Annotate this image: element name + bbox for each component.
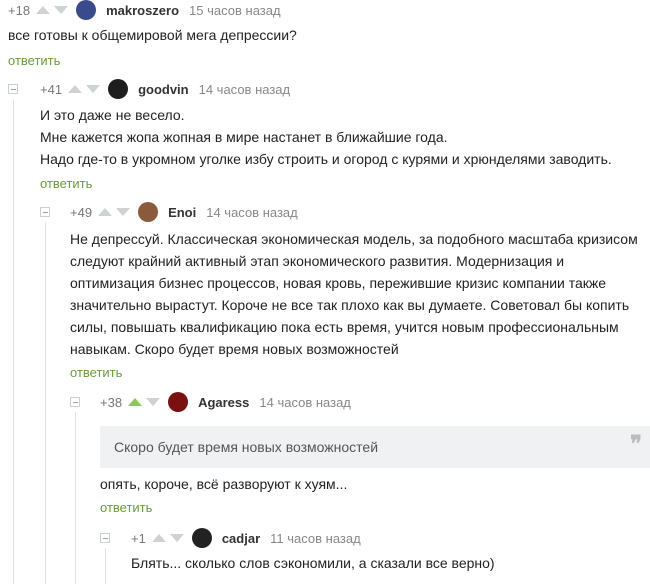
upvote-icon[interactable] <box>36 6 51 14</box>
comment-text-line: Блять... сколько слов сэкономили, а сказ… <box>131 555 495 571</box>
comment-header: +1 cadjar 11 часов назад <box>131 528 361 548</box>
reply-link[interactable]: ответить <box>100 500 152 515</box>
thread-line[interactable] <box>75 412 76 584</box>
comment-time[interactable]: 15 часов назад <box>189 3 281 18</box>
reply-link[interactable]: ответить <box>70 365 122 380</box>
upvote-icon[interactable] <box>68 85 83 93</box>
comment-header: +41 goodvin 14 часов назад <box>40 79 290 99</box>
reply-link[interactable]: ответить <box>40 176 92 191</box>
comment-text-line: Мне кажется жопа жопная в мире настанет … <box>40 129 448 145</box>
comment-body: И это даже не весело. Мне кажется жопа ж… <box>40 104 612 170</box>
comment-author[interactable]: makroszero <box>106 3 179 18</box>
downvote-icon[interactable] <box>169 534 184 542</box>
comment-author[interactable]: Agaress <box>198 395 249 410</box>
comment-body: Блять... сколько слов сэкономили, а сказ… <box>131 552 495 574</box>
comment-text-line: опять, короче, всё разворуют к хуям... <box>100 476 348 492</box>
downvote-icon[interactable] <box>116 208 131 216</box>
comment-text-line: оптимизация бизнес процессов, новая кров… <box>70 275 607 291</box>
comment-body: опять, короче, всё разворуют к хуям... <box>100 473 347 495</box>
avatar[interactable] <box>168 392 189 412</box>
comment-header: +49 Enoi 14 часов назад <box>70 202 298 222</box>
comment-body: Не депрессуй. Классическая экономическая… <box>70 228 638 360</box>
comment-author[interactable]: cadjar <box>222 531 260 546</box>
comment-body: все готовы к общемировой мега депрессии? <box>8 24 297 46</box>
minus-box-icon[interactable] <box>40 207 50 217</box>
quote-text: Скоро будет время новых возможностей <box>114 439 379 455</box>
comment-text-line: навыкам. Скоро будет время новых возможн… <box>70 341 399 357</box>
minus-box-icon[interactable] <box>70 397 80 407</box>
quote-block: Скоро будет время новых возможностей ❞ <box>100 426 650 468</box>
thread-line[interactable] <box>105 548 106 584</box>
comment-header: +18 makroszero 15 часов назад <box>8 0 281 20</box>
comment-time[interactable]: 14 часов назад <box>199 82 291 97</box>
comment-text-line: Надо где-то в укромном уголке избу строи… <box>40 151 612 167</box>
comment-rating: +1 <box>131 530 146 546</box>
comment-text-line: значительно вырастут. Короче не все так … <box>70 297 630 313</box>
comment-author[interactable]: Enoi <box>168 205 196 220</box>
upvote-icon[interactable] <box>128 398 143 406</box>
comment-text-line: Не депрессуй. Классическая экономическая… <box>70 231 638 247</box>
thread-line[interactable] <box>13 100 14 584</box>
comment-rating: +41 <box>40 81 63 97</box>
downvote-icon[interactable] <box>54 6 69 14</box>
avatar[interactable] <box>138 202 159 222</box>
avatar[interactable] <box>76 0 97 20</box>
comment-rating: +18 <box>8 2 31 18</box>
comment-header: +38 Agaress 14 часов назад <box>100 392 351 412</box>
comment-author[interactable]: goodvin <box>138 82 189 97</box>
comment-rating: +49 <box>70 204 93 220</box>
minus-box-icon[interactable] <box>100 533 110 543</box>
thread-line[interactable] <box>45 222 46 584</box>
downvote-icon[interactable] <box>146 398 161 406</box>
upvote-icon[interactable] <box>151 534 166 542</box>
comment-time[interactable]: 14 часов назад <box>206 205 298 220</box>
comment-rating: +38 <box>100 394 123 410</box>
upvote-icon[interactable] <box>98 208 113 216</box>
comment-time[interactable]: 11 часов назад <box>270 531 361 546</box>
comment-text-line: все готовы к общемировой мега депрессии? <box>8 27 297 43</box>
comment-text-line: И это даже не весело. <box>40 107 185 123</box>
comment-text-line: следуют крайний активный этап экономичес… <box>70 253 565 269</box>
comment-text-line: силы, повышать квалификацию пока есть вр… <box>70 319 619 335</box>
quote-icon: ❞ <box>630 431 642 457</box>
reply-link[interactable]: ответить <box>8 53 60 68</box>
comment-time[interactable]: 14 часов назад <box>259 395 351 410</box>
avatar[interactable] <box>108 79 129 99</box>
avatar[interactable] <box>191 528 212 548</box>
minus-box-icon[interactable] <box>8 84 18 94</box>
downvote-icon[interactable] <box>86 85 101 93</box>
